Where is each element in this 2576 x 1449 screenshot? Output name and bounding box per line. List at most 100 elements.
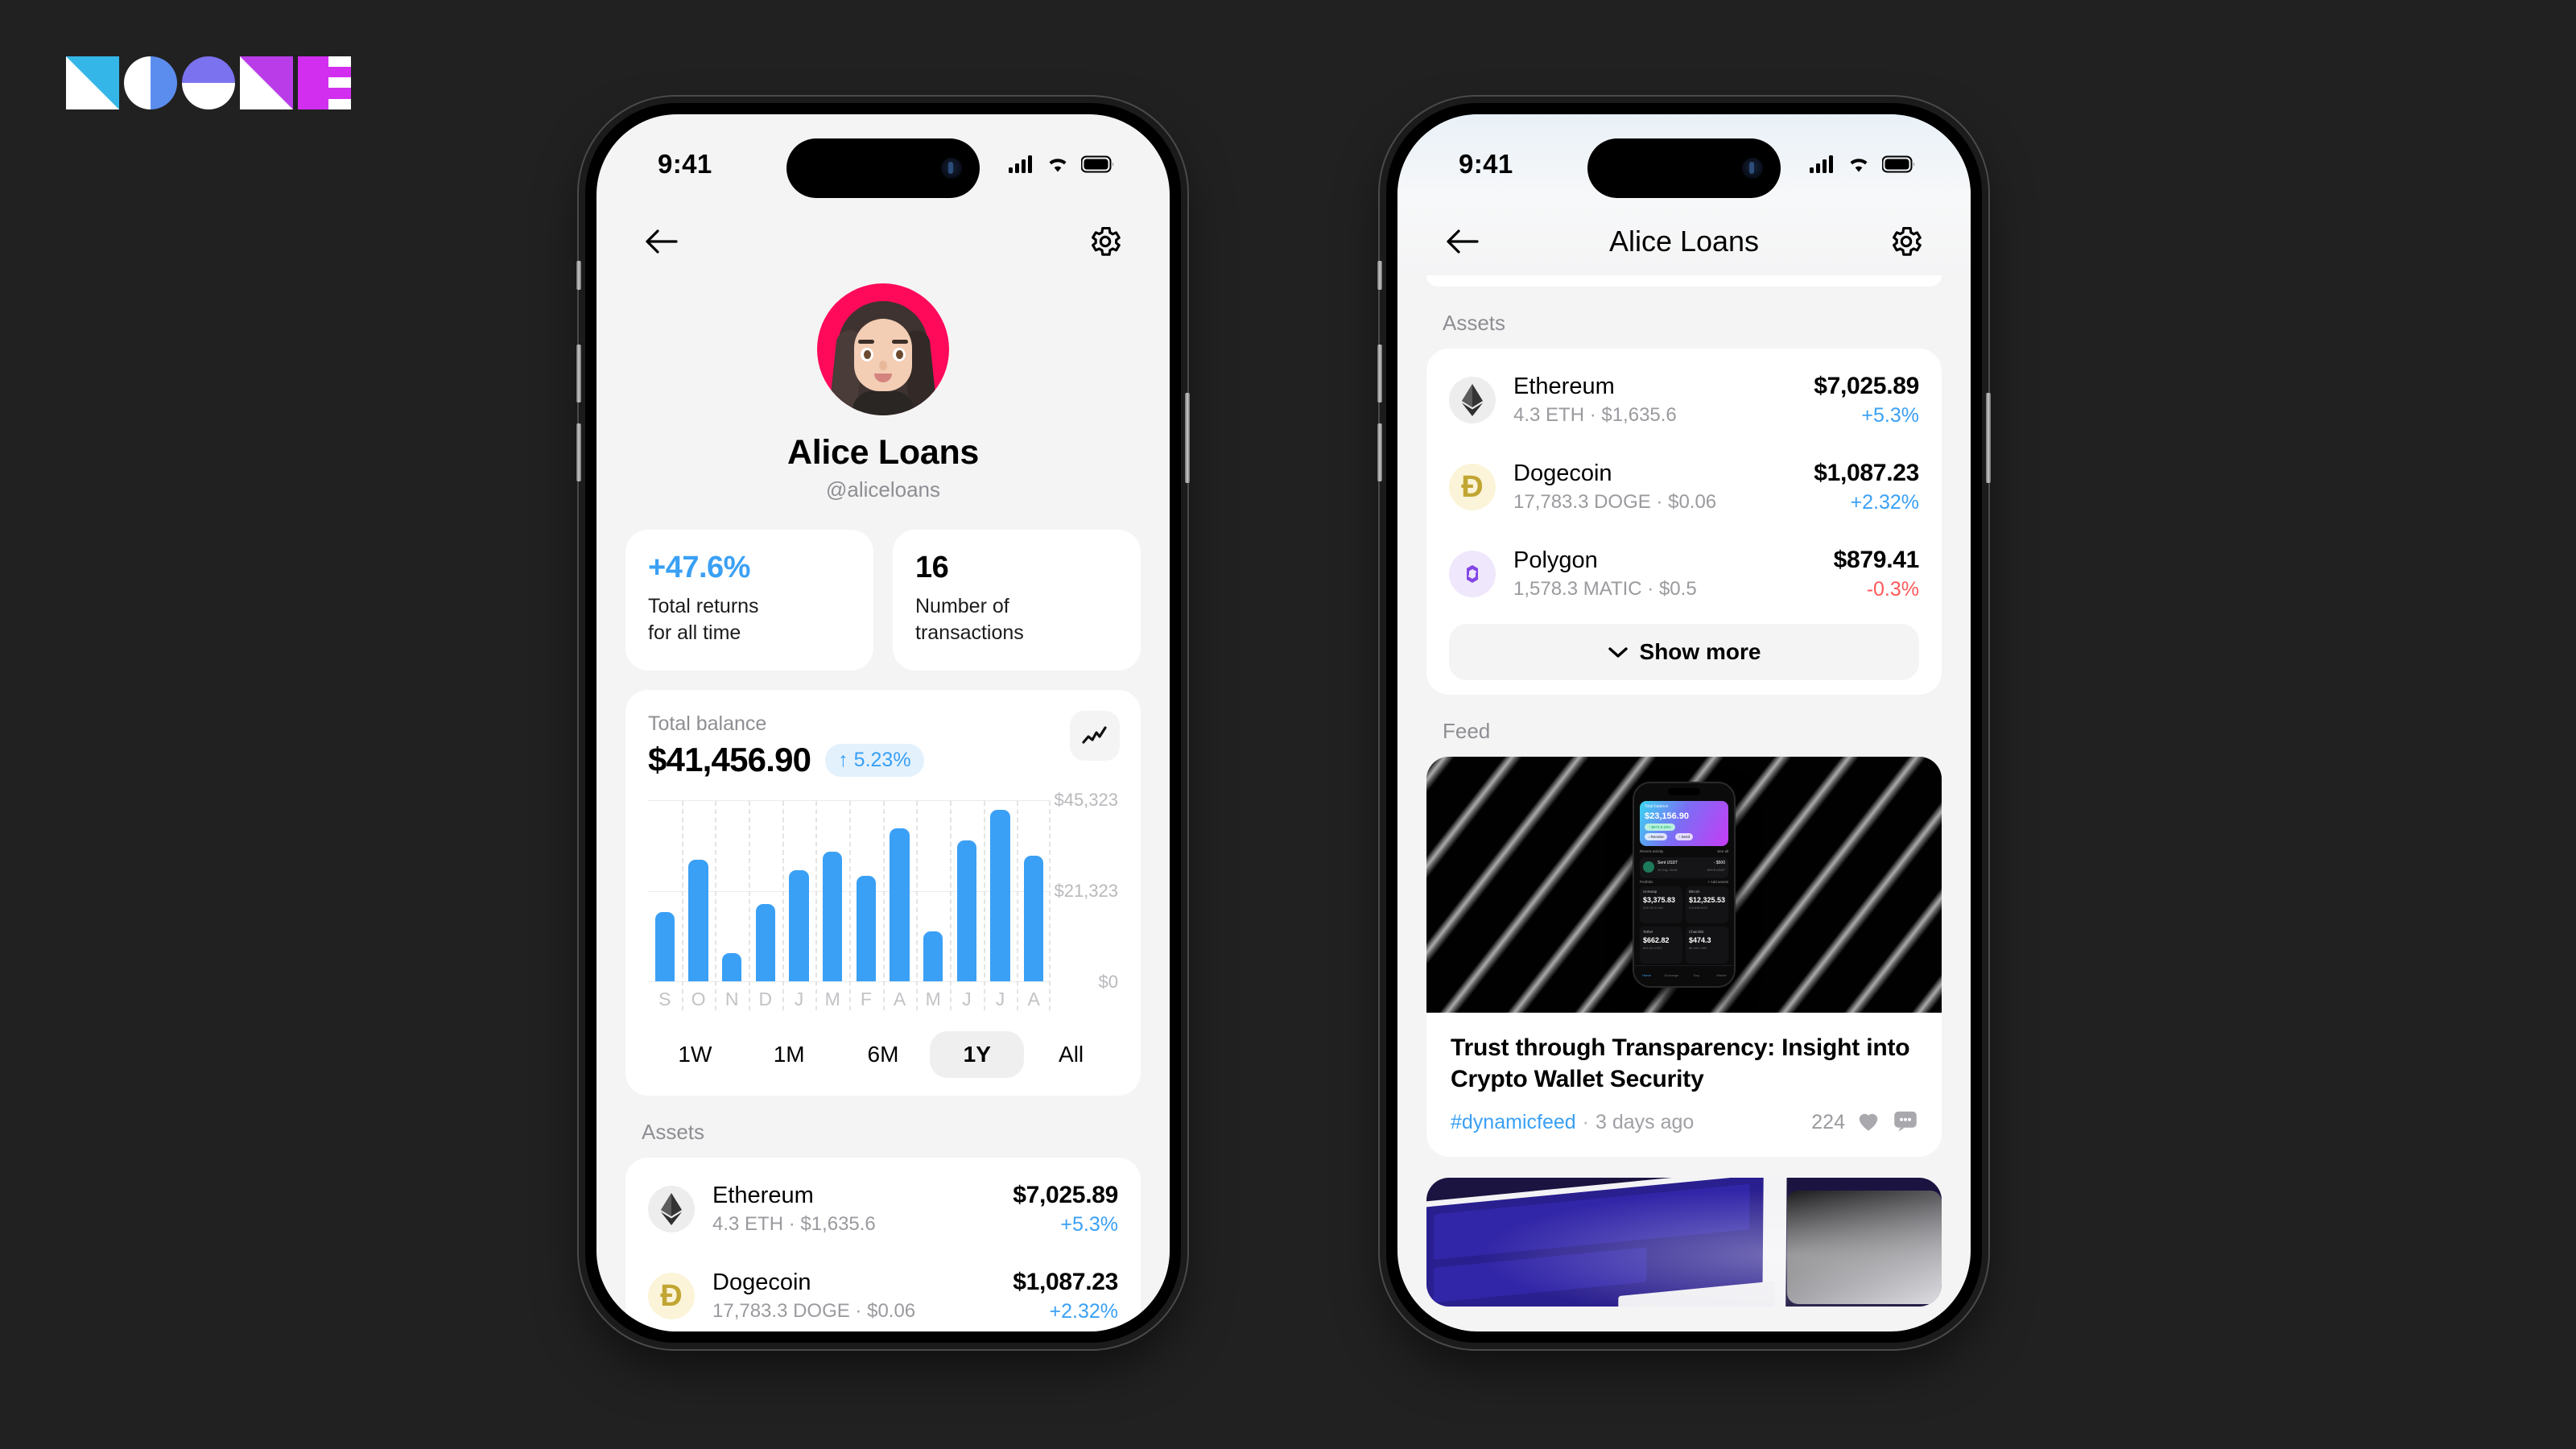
preview-tile-sub: 518.7878 UNI: [1643, 906, 1663, 910]
preview-tab-market: Market: [1716, 973, 1727, 977]
volume-up-button[interactable]: [1377, 345, 1382, 402]
asset-row-polygon[interactable]: Polygon 1,578.3 MATIC · $0.5 $879.41 -0.…: [1449, 530, 1919, 617]
x-tick-label: M: [824, 989, 840, 1009]
mute-switch[interactable]: [576, 261, 581, 290]
chart-bar-M[interactable]: [916, 801, 950, 1010]
feed-timestamp: 3 days ago: [1595, 1111, 1695, 1133]
volume-down-button[interactable]: [1377, 423, 1382, 481]
screen-right: 9:41 Alice Loans Assets Ethereum 4.3 ETH…: [1397, 114, 1971, 1331]
stat-card-transactions[interactable]: 16 Number of transactions: [893, 530, 1141, 671]
asset-change: +5.3%: [1861, 404, 1919, 427]
settings-button[interactable]: [1083, 219, 1128, 264]
mute-switch[interactable]: [1377, 261, 1382, 290]
asset-name: Dogecoin: [712, 1269, 811, 1295]
preview-activity-item: Sent USDT: [1657, 861, 1678, 865]
chart-gridline: [681, 801, 683, 1010]
chart-bar-S[interactable]: [648, 801, 682, 981]
bar: [923, 931, 943, 981]
bar: [789, 869, 809, 981]
feed-meta: #dynamicfeed · 3 days ago 224: [1451, 1109, 1918, 1136]
preview-activity-link: See all: [1717, 849, 1728, 853]
preview-activity-sub: 10 July, 16:34: [1657, 868, 1678, 872]
asset-holdings: 1,578.3 MATIC · $0.5: [1513, 578, 1697, 600]
preview-tile-name: Bitcoin: [1688, 890, 1700, 894]
settings-button[interactable]: [1884, 219, 1929, 264]
bar: [956, 840, 976, 981]
show-more-label: Show more: [1639, 639, 1761, 664]
range-tab-6m[interactable]: 6M: [836, 1031, 931, 1078]
preview-tile-sub: 0.54169 BTC: [1688, 906, 1708, 910]
comment-icon[interactable]: [1893, 1109, 1918, 1136]
stat-label-line2: for all time: [648, 621, 741, 644]
chart-bar-N[interactable]: [715, 801, 749, 1010]
range-tab-1m[interactable]: 1M: [742, 1031, 836, 1078]
power-button[interactable]: [1986, 393, 1991, 483]
stat-card-returns[interactable]: +47.6% Total returns for all time: [625, 530, 873, 671]
asset-name: Dogecoin: [1513, 460, 1612, 486]
y-tick-mid: $21,323: [1054, 881, 1118, 901]
canvas: 9:41 Alice Loans @aliceloans +47.6% Tota…: [0, 0, 2576, 1449]
heart-icon[interactable]: [1856, 1109, 1880, 1136]
profile-section: Alice Loans @aliceloans: [597, 275, 1170, 502]
chart-type-toggle-button[interactable]: [1070, 711, 1120, 761]
profile-handle: @aliceloans: [825, 477, 941, 502]
asset-holdings: 17,783.3 DOGE · $0.06: [712, 1300, 916, 1322]
asset-holdings: 4.3 ETH · $1,635.6: [1513, 404, 1677, 426]
total-balance-label: Total balance: [648, 712, 767, 735]
preview-send-button: ↑ Send: [1675, 833, 1694, 840]
asset-row-ethereum[interactable]: Ethereum 4.3 ETH · $1,635.6 $7,025.89 +5…: [648, 1166, 1118, 1253]
preview-tile-value: $3,375.83: [1643, 896, 1676, 904]
line-chart-icon: [1082, 726, 1107, 744]
bar: [890, 828, 910, 981]
range-tab-all[interactable]: All: [1024, 1031, 1118, 1078]
chart-gridline: [882, 801, 885, 1010]
asset-row-dogecoin[interactable]: Ð Dogecoin 17,783.3 DOGE · $0.06 $1,087.…: [648, 1253, 1118, 1331]
asset-amount: $7,025.89: [1013, 1182, 1118, 1208]
chart-bar-J[interactable]: [983, 801, 1018, 1010]
chart-bar-J[interactable]: [950, 801, 984, 1010]
preview-portfolio-tile: Bitcoin $12,325.53 0.54169 BTC: [1685, 886, 1728, 923]
avatar[interactable]: [817, 283, 949, 415]
power-button[interactable]: [1185, 393, 1190, 483]
dogecoin-icon: Ð: [648, 1273, 695, 1319]
app-header-left: [597, 201, 1170, 275]
feed-hashtag[interactable]: #dynamicfeed: [1451, 1111, 1576, 1134]
preview-tile-sub: 68.409 LINK: [1688, 946, 1707, 950]
back-button[interactable]: [1439, 219, 1484, 264]
assets-section-title: Assets: [1443, 311, 1506, 335]
feed-card[interactable]: Total balance $23,156.90 ↑ $873 5.23% ↓ …: [1426, 757, 1942, 1157]
chart-bar-F[interactable]: [849, 801, 883, 1010]
chevron-down-icon: [1608, 647, 1628, 658]
ethereum-icon: [648, 1186, 695, 1232]
preview-activity-label: Recent activity: [1640, 849, 1664, 853]
volume-up-button[interactable]: [576, 345, 581, 402]
logo-letter-n2: [240, 56, 293, 109]
chart-bar-A[interactable]: [882, 801, 917, 1010]
cellular-signal-icon: [1009, 155, 1032, 173]
asset-change: +5.3%: [1060, 1213, 1118, 1236]
back-button[interactable]: [638, 219, 683, 264]
asset-name: Polygon: [1513, 547, 1598, 573]
preview-tile-sub: 662.94 USDT: [1643, 946, 1663, 950]
preview-tile-name: Tether: [1643, 930, 1653, 934]
range-tab-1w[interactable]: 1W: [648, 1031, 742, 1078]
asset-amount: $1,087.23: [1814, 460, 1919, 486]
polygon-icon: [1449, 551, 1496, 597]
asset-row-dogecoin[interactable]: Ð Dogecoin 17,783.3 DOGE · $0.06 $1,087.…: [1449, 444, 1919, 530]
total-balance-card: Total balance $41,456.90 ↑ 5.23% $45,323: [625, 690, 1141, 1096]
chart-bar-M[interactable]: [815, 801, 849, 1010]
status-time: 9:41: [658, 149, 712, 179]
volume-down-button[interactable]: [576, 423, 581, 481]
asset-row-ethereum[interactable]: Ethereum 4.3 ETH · $1,635.6 $7,025.89 +5…: [1449, 357, 1919, 444]
feed-card-next[interactable]: [1426, 1178, 1942, 1307]
bar: [688, 860, 708, 981]
chart-bar-A[interactable]: [1017, 801, 1051, 1010]
range-tab-1y[interactable]: 1Y: [930, 1031, 1025, 1078]
preview-balance-chip: ↑ $873 5.23%: [1645, 824, 1675, 831]
chart-bar-D[interactable]: [749, 801, 782, 1010]
chart-bar-O[interactable]: [681, 801, 716, 1010]
preview-portfolio-tile: Chainlink $474.3 68.409 LINK: [1685, 927, 1728, 964]
chart-bar-J[interactable]: [782, 801, 816, 1010]
show-more-button[interactable]: Show more: [1449, 624, 1919, 680]
preview-balance-value: $23,156.90: [1645, 811, 1690, 821]
